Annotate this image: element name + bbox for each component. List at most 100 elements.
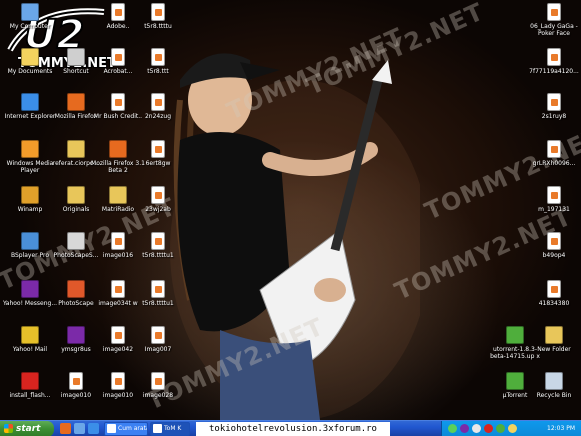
desktop-icon[interactable]: 06_Lady GaGa - Poker Face (526, 3, 581, 37)
desktop-icon-label: µTorrent (502, 392, 528, 399)
windows-logo-icon (4, 424, 13, 433)
desktop-icon[interactable]: 7f77119a4120... (526, 48, 581, 75)
desktop-icon[interactable]: t5r8.ttttu1 (130, 232, 186, 259)
my-computer-icon (21, 3, 39, 21)
firefox-icon (67, 93, 85, 111)
desktop-icon[interactable]: image028 (130, 372, 186, 399)
image-file-icon (547, 48, 561, 66)
ie-quick-icon[interactable] (88, 423, 99, 434)
shortcut-icon (67, 48, 85, 66)
status-banner: tokiohotelrevolusion.3xforum.ro (196, 422, 390, 436)
show-desktop-icon[interactable] (74, 423, 85, 434)
desktop-icon-label: My Computer (9, 23, 51, 30)
image-file-icon (151, 280, 165, 298)
desktop-icon[interactable]: t5r8.ttttu1 (130, 280, 186, 307)
radio-icon (109, 186, 127, 204)
desktop-icon[interactable]: 2s1ruy8 (526, 93, 581, 120)
image-file-icon (111, 280, 125, 298)
image-file-icon (151, 232, 165, 250)
tray-utorrent-icon[interactable] (496, 424, 505, 433)
desktop-icon[interactable]: 41834380 (526, 280, 581, 307)
tray-antivirus-icon[interactable] (484, 424, 493, 433)
start-label: start (16, 424, 41, 434)
start-button[interactable]: start (0, 421, 54, 436)
audio-file-icon (547, 3, 561, 21)
image-file-icon (151, 3, 165, 21)
desktop-icon-label: t5r8.ttt (147, 68, 169, 75)
desktop-icon[interactable]: utorrent-1.8.3-beta-14715.up x (487, 326, 543, 360)
desktop-icon-label: t5r8.ttttu1 (142, 252, 174, 259)
taskbar-button-label: ToM K (164, 425, 182, 432)
image-file-icon (111, 326, 125, 344)
image-file-icon (111, 372, 125, 390)
desktop-icon-label: t5r8.ttttu (144, 23, 172, 30)
word-doc-icon (111, 48, 125, 66)
tray-volume-icon[interactable] (472, 424, 481, 433)
yahoo-setup-icon (67, 326, 85, 344)
image-file-icon (547, 232, 561, 250)
taskbar-button[interactable]: ToM K (150, 422, 190, 436)
image-file-icon (547, 186, 561, 204)
internet-explorer-icon (21, 93, 39, 111)
desktop-icon[interactable]: µTorrent (487, 372, 543, 399)
desktop-icon-label: b49op4 (542, 252, 566, 259)
desktop-icon[interactable]: 23wj2ab (130, 186, 186, 213)
tray-network-icon[interactable] (448, 424, 457, 433)
image-file-icon (151, 93, 165, 111)
image-file-icon (151, 48, 165, 66)
image-file-icon (151, 140, 165, 158)
media-player-icon (21, 140, 39, 158)
yahoo-messenger-icon (21, 280, 39, 298)
desktop-icon-label: 6ert8gw (145, 160, 171, 167)
word-doc-icon (111, 93, 125, 111)
desktop-icon[interactable]: grLRXh0096... (526, 140, 581, 167)
photoscape-icon (67, 232, 85, 250)
clock[interactable]: 12:03 PM (547, 421, 575, 436)
image-file-icon (111, 232, 125, 250)
desktop-icon-label: 06_Lady GaGa - Poker Face (530, 23, 578, 37)
image-file-icon (547, 93, 561, 111)
recycle-bin-icon (545, 372, 563, 390)
folder-icon (67, 140, 85, 158)
desktop-icon[interactable]: t5r8.ttt (130, 48, 186, 75)
desktop-icon[interactable]: t5r8.ttttu (130, 3, 186, 30)
tray-shield-icon[interactable] (508, 424, 517, 433)
winamp-icon (21, 186, 39, 204)
desktop-icon[interactable]: Imag007 (130, 326, 186, 353)
image-file-icon (547, 140, 561, 158)
word-doc-icon (111, 3, 125, 21)
desktop-wallpaper: TOMMY2.NET TOMMY2.NET TOMMY2.NET TOMMY2.… (0, 0, 581, 420)
desktop-icon-label: 23wj2ab (145, 206, 171, 213)
desktop-icon-label: 7f77119a4120... (529, 68, 579, 75)
firefox-icon (109, 140, 127, 158)
desktop-icon-label: grLRXh0096... (532, 160, 576, 167)
desktop-icon[interactable]: 2n24zug (130, 93, 186, 120)
desktop-icon[interactable]: 6ert8gw (130, 140, 186, 167)
taskbar-button[interactable]: Cum arata desktopul ... (104, 422, 148, 436)
taskbar-button-label: Cum arata desktopul ... (118, 425, 147, 432)
paint-task-icon (153, 424, 162, 433)
desktop-icon-label: utorrent-1.8.3-beta-14715.up x (490, 346, 540, 360)
my-documents-icon (21, 48, 39, 66)
image-file-icon (69, 372, 83, 390)
folder-icon (545, 326, 563, 344)
utorrent-icon (506, 372, 524, 390)
tray-yahoo-icon[interactable] (460, 424, 469, 433)
image-file-icon (151, 326, 165, 344)
desktop-icon-label: 2s1ruy8 (541, 113, 567, 120)
desktop-icon[interactable]: b49op4 (526, 232, 581, 259)
desktop-icon-label: image028 (142, 392, 174, 399)
desktop-icon[interactable]: My Computer (2, 3, 58, 30)
image-file-icon (151, 186, 165, 204)
flash-installer-icon (21, 372, 39, 390)
folder-icon (67, 186, 85, 204)
system-tray: 12:03 PM (441, 421, 581, 436)
firefox-quick-icon[interactable] (60, 423, 71, 434)
desktop-icon[interactable]: m_197131 (526, 186, 581, 213)
desktop-icon-label: 41834380 (538, 300, 570, 307)
image-file-icon (151, 372, 165, 390)
yahoo-mail-icon (21, 326, 39, 344)
desktop-icon-label: m_197131 (538, 206, 570, 213)
bsplayer-icon (21, 232, 39, 250)
photoscape-icon (67, 280, 85, 298)
